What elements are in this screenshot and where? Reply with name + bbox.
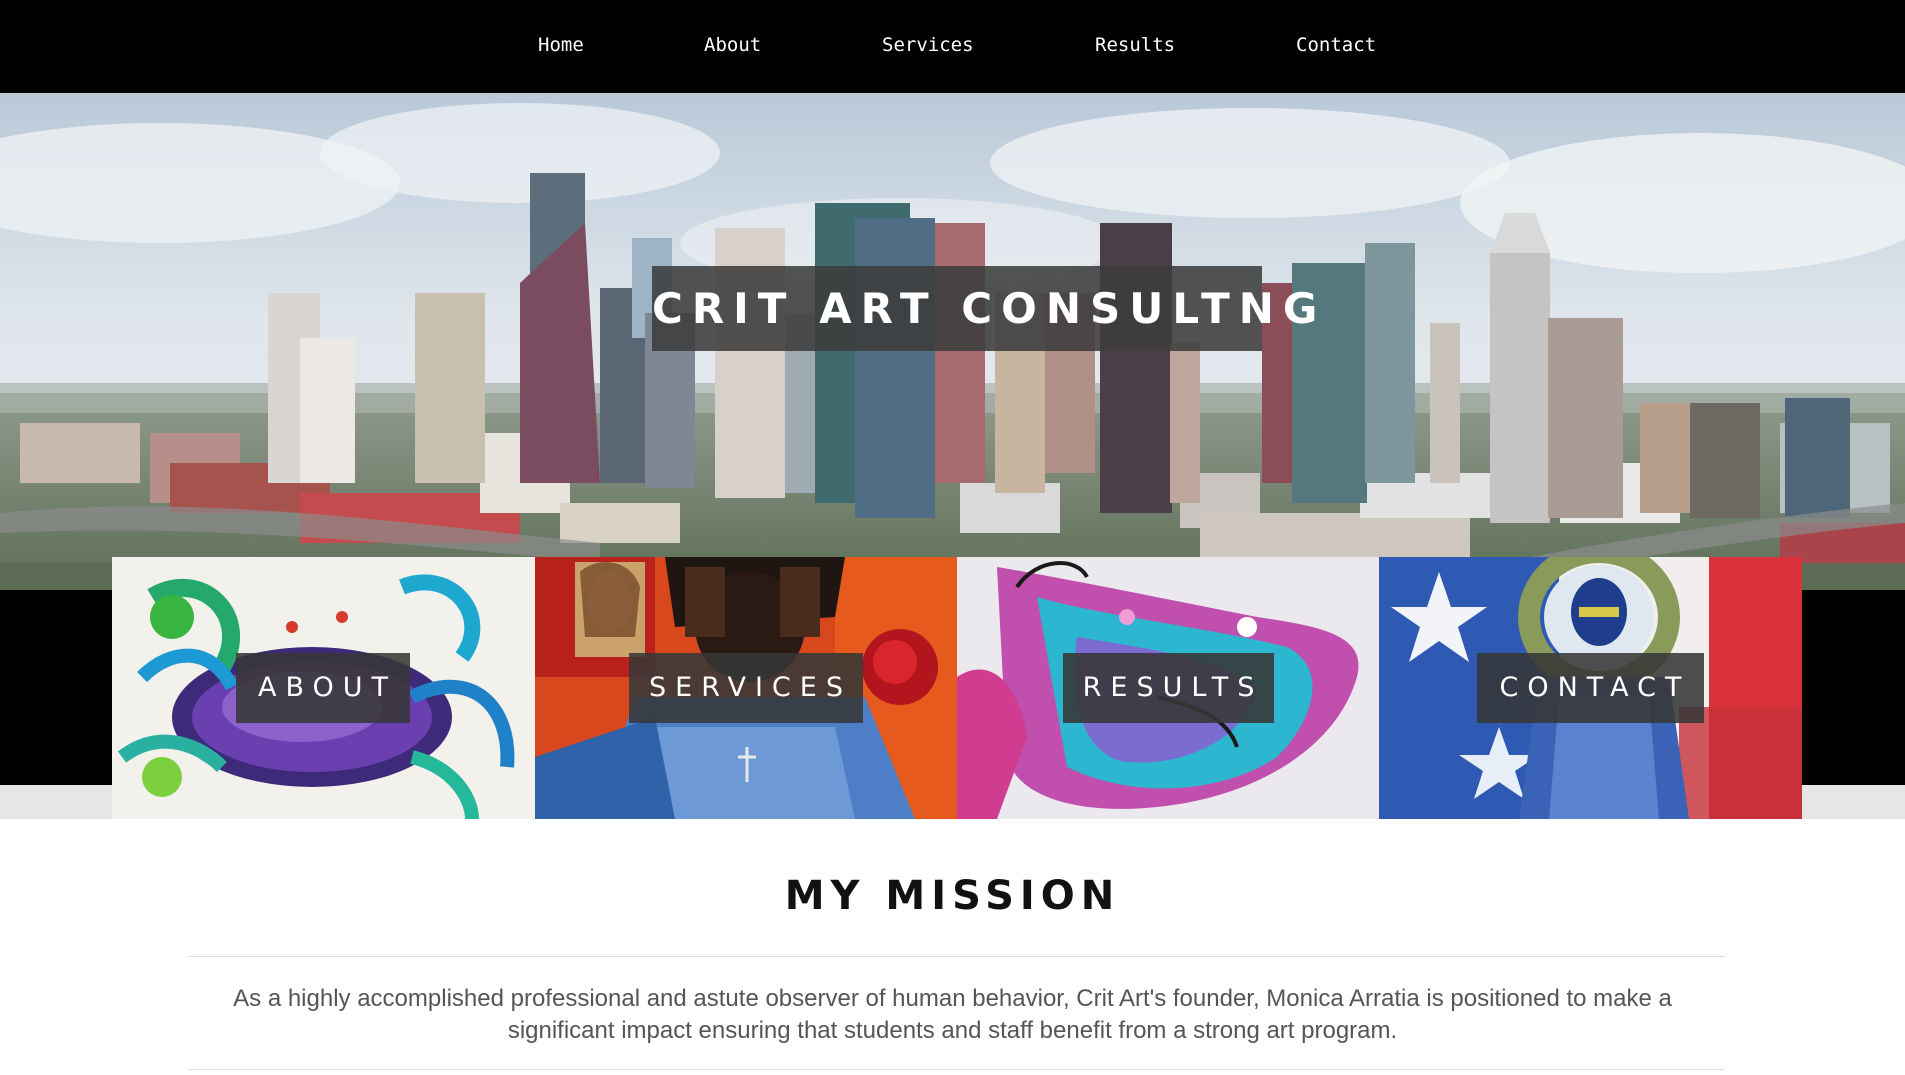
nav-link-home[interactable]: Home <box>538 30 584 60</box>
contact-tile[interactable]: CONTACT <box>1379 557 1802 819</box>
site-title: CRIT ART CONSULTNG <box>652 266 1317 351</box>
results-tile[interactable]: RESULTS <box>957 557 1379 819</box>
services-tile[interactable]: SERVICES <box>535 557 957 819</box>
results-tile-label: RESULTS <box>1063 653 1274 723</box>
about-tile-label: ABOUT <box>236 653 410 723</box>
divider-top <box>188 956 1725 957</box>
about-tile[interactable]: ABOUT <box>112 557 535 819</box>
mission-paragraph: As a highly accomplished professional an… <box>233 985 1672 1044</box>
services-tile-label: SERVICES <box>629 653 863 723</box>
nav-link-results[interactable]: Results <box>1095 30 1175 60</box>
top-navigation: Home About Services Results Contact <box>0 0 1905 93</box>
nav-link-about[interactable]: About <box>704 30 761 60</box>
contact-tile-label: CONTACT <box>1477 653 1704 723</box>
hero-banner: CRIT ART CONSULTNG <box>0 93 1905 590</box>
nav-link-contact[interactable]: Contact <box>1296 30 1376 60</box>
mission-heading: MY MISSION <box>784 873 1121 919</box>
divider-bottom <box>188 1069 1725 1070</box>
nav-link-services[interactable]: Services <box>882 30 974 60</box>
